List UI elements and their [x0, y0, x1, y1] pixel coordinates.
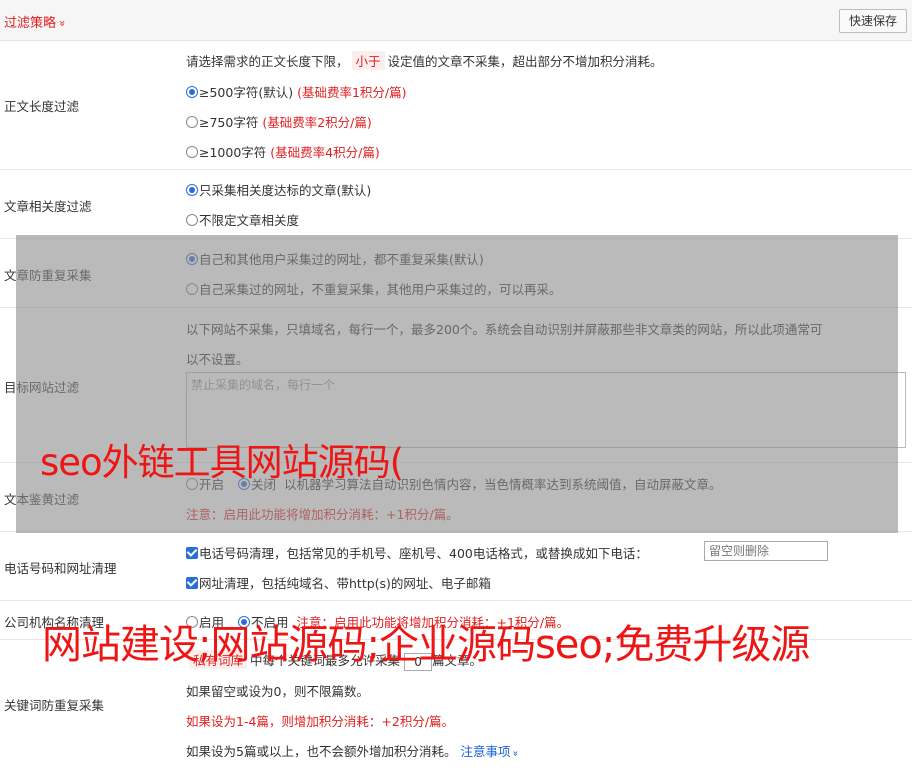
- dedup-option-self-only[interactable]: 自己采集过的网址，不重复采集，其他用户采集过的，可以再采。: [186, 279, 562, 298]
- section-title[interactable]: 过滤策略»: [4, 12, 69, 31]
- row-length-filter: 正文长度过滤 请选择需求的正文长度下限， 小于 设定值的文章不采集，超出部分不增加积…: [0, 41, 912, 170]
- phone-clean-option[interactable]: 电话号码清理，包括常见的手机号、座机号、400电话格式，或替换成如下电话：: [186, 543, 648, 562]
- row-label: 文章防重复采集: [4, 268, 92, 283]
- row-label: 正文长度过滤: [4, 99, 80, 114]
- row-label: 电话号码和网址清理: [4, 561, 117, 576]
- length-option-750[interactable]: ≥750字符 (基础费率2积分/篇): [186, 112, 372, 131]
- filter-strategy-header: 过滤策略» 快速保存: [0, 0, 912, 41]
- keyword-line4: 如果设为5篇或以上，也不会额外增加积分消耗。 注意事项»: [186, 744, 522, 759]
- radio-button[interactable]: [186, 253, 198, 265]
- chevron-down-icon: »: [510, 750, 522, 757]
- row-label: 文章相关度过滤: [4, 199, 92, 214]
- row-label: 目标网站过滤: [4, 380, 80, 395]
- site-description-line1: 以下网站不采集，只填域名，每行一个，最多200个。系统会自动识别并屏蔽那些非文章…: [186, 322, 823, 337]
- row-label: 文本鉴黄过滤: [4, 492, 80, 507]
- radio-button[interactable]: [186, 116, 198, 128]
- length-description: 请选择需求的正文长度下限， 小于 设定值的文章不采集，超出部分不增加积分消耗。: [186, 51, 663, 70]
- keyword-line3: 如果设为1-4篇，则增加积分消耗：+2积分/篇。: [186, 714, 455, 729]
- row-label: 关键词防重复采集: [4, 698, 105, 713]
- watermark-text-2: 网站建设;网站源码;企业源码seo;免费升级源: [42, 622, 810, 668]
- quick-save-button[interactable]: 快速保存: [838, 9, 907, 33]
- site-description-line2: 以不设置。: [186, 352, 249, 367]
- row-relevance-filter: 文章相关度过滤 只采集相关度达标的文章(默认) 不限定文章相关度: [0, 170, 912, 239]
- url-clean-option[interactable]: 网址清理，包括纯域名、带http(s)的网址、电子邮箱: [186, 573, 491, 592]
- length-option-1000[interactable]: ≥1000字符 (基础费率4积分/篇): [186, 142, 380, 161]
- less-than-tag: 小于: [351, 51, 385, 70]
- notes-link[interactable]: 注意事项»: [460, 744, 522, 759]
- radio-button[interactable]: [186, 214, 198, 226]
- length-option-500[interactable]: ≥500字符(默认) (基础费率1积分/篇): [186, 82, 407, 101]
- radio-button[interactable]: [186, 283, 198, 295]
- chevron-down-icon: »: [55, 20, 69, 27]
- radio-button[interactable]: [186, 86, 198, 98]
- section-title-text: 过滤策略: [4, 16, 57, 31]
- replacement-phone-input[interactable]: [704, 541, 828, 561]
- relevance-option-unlimited[interactable]: 不限定文章相关度: [186, 210, 299, 229]
- relevance-option-qualified[interactable]: 只采集相关度达标的文章(默认): [186, 180, 371, 199]
- porn-filter-notice: 注意：启用此功能将增加积分消耗：+1积分/篇。: [186, 507, 459, 522]
- checkbox[interactable]: [186, 547, 198, 559]
- checkbox[interactable]: [186, 577, 198, 589]
- radio-button[interactable]: [186, 146, 198, 158]
- keyword-line2: 如果留空或设为0，则不限篇数。: [186, 684, 369, 699]
- radio-button[interactable]: [186, 184, 198, 196]
- dedup-option-all-users[interactable]: 自己和其他用户采集过的网址，都不重复采集(默认): [186, 249, 484, 268]
- row-dedup-filter: 文章防重复采集 自己和其他用户采集过的网址，都不重复采集(默认) 自己采集过的网…: [0, 239, 912, 308]
- watermark-text-1: seo外链工具网站源码(: [40, 441, 404, 484]
